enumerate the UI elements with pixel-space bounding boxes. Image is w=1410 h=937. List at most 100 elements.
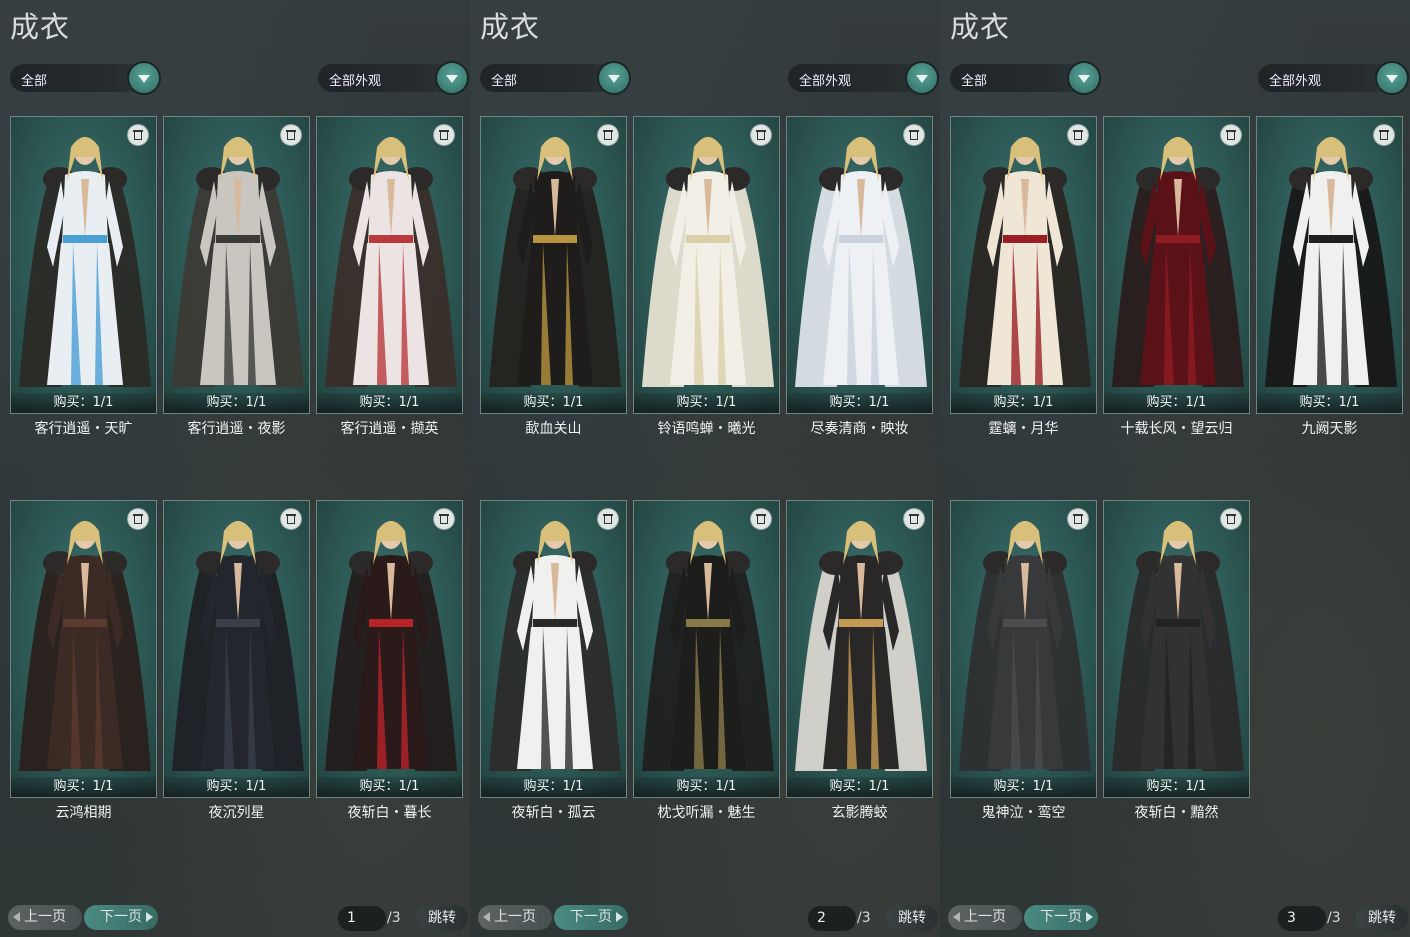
outfit-card[interactable]: 购买：1/1 xyxy=(480,116,627,414)
page-total: /3 xyxy=(857,910,871,926)
appearance-dropdown[interactable]: 全部外观 xyxy=(318,63,467,93)
outfit-name: 九阙天影 xyxy=(1301,421,1358,437)
trash-icon[interactable] xyxy=(751,509,771,529)
outfit-name: 夜斩白・暮长 xyxy=(347,805,432,821)
appearance-dropdown-value: 全部外观 xyxy=(799,74,852,89)
trash-icon[interactable] xyxy=(598,509,618,529)
trash-icon[interactable] xyxy=(598,125,618,145)
trash-icon[interactable] xyxy=(751,125,771,145)
wardrobe-screens: 成衣 全部 全部外观 购买：1/1 客行逍遥・天旷 购买：1/1 客行逍遥・夜影 购买：… xyxy=(0,0,1410,937)
outfit-panel-page-1: 成衣 全部 全部外观 购买：1/1 客行逍遥・天旷 购买：1/1 客行逍遥・夜影 购买：… xyxy=(0,0,470,937)
outfit-card[interactable]: 购买：1/1 xyxy=(316,116,463,414)
outfit-card[interactable]: 购买：1/1 xyxy=(786,116,933,414)
trash-icon[interactable] xyxy=(128,509,148,529)
outfit-card[interactable]: 购买：1/1 xyxy=(163,116,310,414)
jump-button[interactable]: 跳转 xyxy=(886,905,938,931)
trash-icon[interactable] xyxy=(434,509,454,529)
outfit-card[interactable]: 购买：1/1 xyxy=(1103,500,1250,798)
outfit-card[interactable]: 购买：1/1 xyxy=(480,500,627,798)
purchase-count: 购买：1/1 xyxy=(317,393,462,413)
outfit-name: 歃血关山 xyxy=(525,421,582,437)
prev-page-button[interactable]: 上一页 xyxy=(478,905,552,930)
trash-icon[interactable] xyxy=(434,125,454,145)
purchase-count: 购买：1/1 xyxy=(11,393,156,413)
appearance-dropdown-value: 全部外观 xyxy=(329,74,382,89)
prev-page-button[interactable]: 上一页 xyxy=(8,905,82,930)
page-number-input[interactable]: 2 xyxy=(808,906,856,931)
category-dropdown[interactable]: 全部 xyxy=(10,63,159,93)
outfit-card[interactable]: 购买：1/1 xyxy=(316,500,463,798)
outfit-card[interactable]: 购买：1/1 xyxy=(950,500,1097,798)
page-total: /3 xyxy=(1327,910,1341,926)
jump-button[interactable]: 跳转 xyxy=(1356,905,1408,931)
trash-icon[interactable] xyxy=(1221,509,1241,529)
category-dropdown-value: 全部 xyxy=(961,74,988,89)
purchase-count: 购买：1/1 xyxy=(481,393,626,413)
trash-icon[interactable] xyxy=(1221,125,1241,145)
page-number-input[interactable]: 3 xyxy=(1278,906,1326,931)
trash-icon[interactable] xyxy=(281,125,301,145)
chevron-down-icon[interactable] xyxy=(599,63,629,93)
trash-icon[interactable] xyxy=(128,125,148,145)
category-dropdown[interactable]: 全部 xyxy=(950,63,1099,93)
outfit-name: 十载长风・望云归 xyxy=(1120,421,1233,437)
outfit-card[interactable]: 购买：1/1 xyxy=(10,500,157,798)
outfit-card[interactable]: 购买：1/1 xyxy=(633,116,780,414)
purchase-count: 购买：1/1 xyxy=(164,393,309,413)
outfit-name: 鬼神泣・鸾空 xyxy=(981,805,1066,821)
trash-icon[interactable] xyxy=(904,125,924,145)
chevron-down-icon[interactable] xyxy=(907,63,937,93)
outfit-card[interactable]: 购买：1/1 xyxy=(1256,116,1403,414)
outfit-name: 夜沉列星 xyxy=(208,805,265,821)
purchase-count: 购买：1/1 xyxy=(317,777,462,797)
purchase-count: 购买：1/1 xyxy=(634,393,779,413)
trash-icon[interactable] xyxy=(1068,125,1088,145)
purchase-count: 购买：1/1 xyxy=(787,393,932,413)
purchase-count: 购买：1/1 xyxy=(1104,777,1249,797)
outfit-name: 铃语鸣蝉・曦光 xyxy=(657,421,756,437)
category-dropdown-value: 全部 xyxy=(491,74,518,89)
outfit-name: 云鸿相期 xyxy=(55,805,112,821)
next-page-button[interactable]: 下一页 xyxy=(84,905,158,930)
chevron-down-icon[interactable] xyxy=(1069,63,1099,93)
outfit-panel-page-3: 成衣 全部 全部外观 购买：1/1 霆螭・月华 购买：1/1 十载长风・望云归 购买：1… xyxy=(940,0,1410,937)
chevron-down-icon[interactable] xyxy=(1377,63,1407,93)
purchase-count: 购买：1/1 xyxy=(481,777,626,797)
outfit-card[interactable]: 购买：1/1 xyxy=(10,116,157,414)
panel-title: 成衣 xyxy=(480,10,541,44)
outfit-name: 尽奏清商・映妆 xyxy=(810,421,909,437)
trash-icon[interactable] xyxy=(281,509,301,529)
purchase-count: 购买：1/1 xyxy=(951,393,1096,413)
appearance-dropdown-value: 全部外观 xyxy=(1269,74,1322,89)
outfit-name: 枕戈听漏・魅生 xyxy=(657,805,756,821)
outfit-card[interactable]: 购买：1/1 xyxy=(633,500,780,798)
chevron-down-icon[interactable] xyxy=(437,63,467,93)
purchase-count: 购买：1/1 xyxy=(1257,393,1402,413)
outfit-card[interactable]: 购买：1/1 xyxy=(786,500,933,798)
outfit-card[interactable]: 购买：1/1 xyxy=(1103,116,1250,414)
outfit-card[interactable]: 购买：1/1 xyxy=(163,500,310,798)
panel-title: 成衣 xyxy=(10,10,71,44)
outfit-panel-page-2: 成衣 全部 全部外观 购买：1/1 歃血关山 购买：1/1 铃语鸣蝉・曦光 购买：1/1… xyxy=(470,0,940,937)
purchase-count: 购买：1/1 xyxy=(787,777,932,797)
panel-title: 成衣 xyxy=(950,10,1011,44)
jump-button[interactable]: 跳转 xyxy=(416,905,468,931)
purchase-count: 购买：1/1 xyxy=(634,777,779,797)
page-number-input[interactable]: 1 xyxy=(338,906,386,931)
trash-icon[interactable] xyxy=(904,509,924,529)
outfit-card[interactable]: 购买：1/1 xyxy=(950,116,1097,414)
next-page-button[interactable]: 下一页 xyxy=(1024,905,1098,930)
next-page-button[interactable]: 下一页 xyxy=(554,905,628,930)
purchase-count: 购买：1/1 xyxy=(11,777,156,797)
outfit-name: 霆螭・月华 xyxy=(988,421,1059,437)
outfit-name: 玄影腾蛟 xyxy=(831,805,888,821)
trash-icon[interactable] xyxy=(1068,509,1088,529)
trash-icon[interactable] xyxy=(1374,125,1394,145)
appearance-dropdown[interactable]: 全部外观 xyxy=(788,63,937,93)
purchase-count: 购买：1/1 xyxy=(1104,393,1249,413)
prev-page-button[interactable]: 上一页 xyxy=(948,905,1022,930)
appearance-dropdown[interactable]: 全部外观 xyxy=(1258,63,1407,93)
category-dropdown[interactable]: 全部 xyxy=(480,63,629,93)
category-dropdown-value: 全部 xyxy=(21,74,48,89)
chevron-down-icon[interactable] xyxy=(129,63,159,93)
